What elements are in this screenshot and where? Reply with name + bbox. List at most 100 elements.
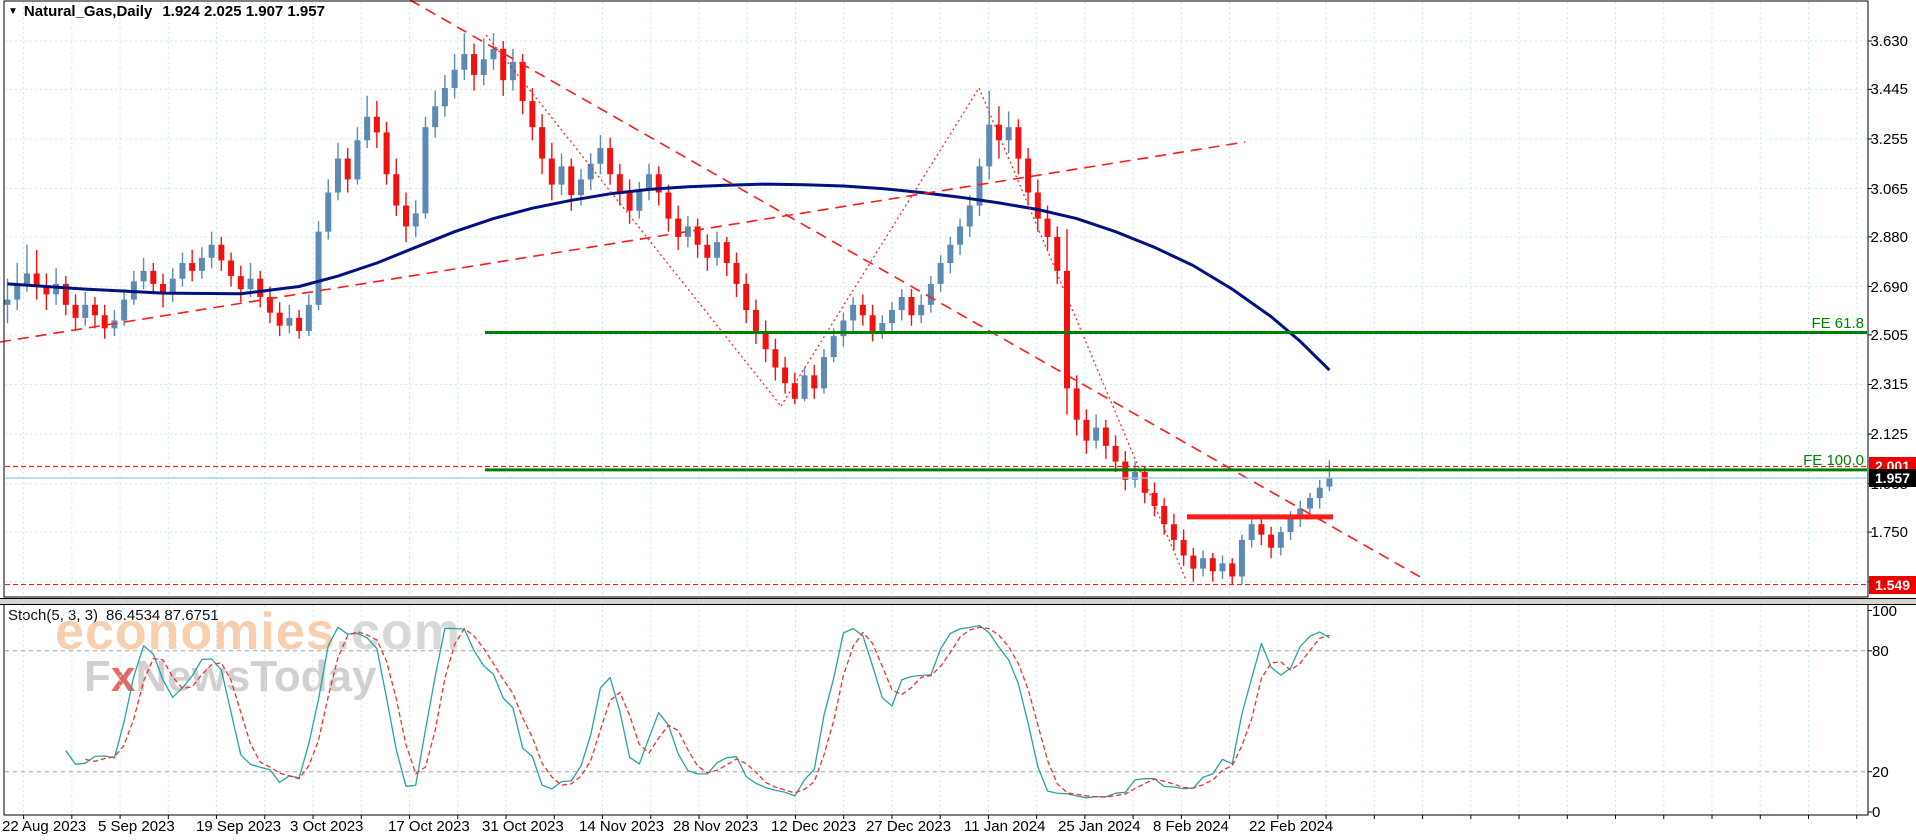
descending-trendline (410, 0, 1422, 578)
candle-body (520, 62, 526, 101)
candle-body (636, 190, 642, 211)
candle-body (92, 305, 98, 315)
candle-body (734, 263, 740, 284)
candle-body (1249, 524, 1255, 540)
candle-body (792, 383, 798, 399)
date-axis-label[interactable]: 3 Oct 2023 (290, 818, 363, 835)
candle-body (1113, 446, 1119, 462)
price-axis-label[interactable]: 2.690 (1870, 279, 1908, 296)
candle-body (491, 49, 497, 59)
price-axis-label[interactable]: 2.315 (1870, 376, 1908, 393)
price-box: 1.549 (1869, 576, 1916, 594)
mt4-chart-window: ▼Natural_Gas,Daily1.924 2.025 1.907 1.95… (0, 0, 1916, 840)
date-axis-label[interactable]: 14 Nov 2023 (579, 818, 664, 835)
candle-body (1025, 159, 1031, 193)
price-axis-label[interactable]: 3.445 (1870, 81, 1908, 98)
candle-body (1220, 563, 1226, 571)
price-axis-label[interactable]: 3.630 (1870, 33, 1908, 50)
candle-body (539, 127, 545, 158)
date-axis-label[interactable]: 25 Jan 2024 (1058, 818, 1141, 835)
price-axis-label[interactable]: 3.065 (1870, 181, 1908, 198)
stoch-scale-label[interactable]: 0 (1872, 804, 1880, 821)
candle-body (141, 271, 147, 281)
date-axis-label[interactable]: 12 Dec 2023 (771, 818, 856, 835)
candle-body (5, 300, 11, 305)
candle-body (529, 101, 535, 127)
candle-body (374, 117, 380, 133)
candle-body (1074, 388, 1080, 419)
candle-body (743, 284, 749, 310)
pane-separator[interactable] (0, 598, 1916, 605)
candle-body (1083, 420, 1089, 441)
stoch-scale-label[interactable]: 100 (1872, 603, 1897, 620)
candle-body (957, 226, 963, 244)
candle-body (1258, 524, 1264, 534)
candle-body (306, 305, 312, 331)
candle-body (452, 70, 458, 88)
candle-body (1132, 472, 1138, 480)
date-axis-label[interactable]: 11 Jan 2024 (964, 818, 1045, 835)
date-axis-label[interactable]: 22 Feb 2024 (1249, 818, 1333, 835)
stoch-pane-frame (4, 604, 1868, 815)
candle-body (1161, 506, 1167, 524)
candle-body (432, 106, 438, 127)
candle-body (345, 159, 351, 180)
price-axis-label[interactable]: 2.880 (1870, 229, 1908, 246)
candle-body (53, 284, 59, 294)
price-axis-label[interactable]: 1.750 (1870, 524, 1908, 541)
date-axis-label[interactable]: 17 Oct 2023 (388, 818, 470, 835)
fib-level-label-618[interactable]: FE 61.8 (1811, 315, 1864, 332)
candle-body (257, 279, 263, 297)
candle-body (1035, 192, 1041, 218)
date-axis-label[interactable]: 19 Sep 2023 (196, 818, 281, 835)
candle-body (782, 368, 788, 384)
candle-body (316, 232, 322, 305)
price-axis-label[interactable]: 2.125 (1870, 426, 1908, 443)
price-axis-label[interactable]: 2.505 (1870, 327, 1908, 344)
price-box: 1.957 (1869, 469, 1916, 487)
chevron-down-icon[interactable]: ▼ (8, 6, 18, 17)
candle-body (1142, 472, 1148, 493)
candle-body (1103, 428, 1109, 446)
date-axis-label[interactable]: 5 Sep 2023 (98, 818, 175, 835)
candle-body (481, 59, 487, 75)
candle-body (364, 117, 370, 141)
price-axis-label[interactable]: 3.255 (1870, 131, 1908, 148)
candle-body (753, 310, 759, 331)
candle-body (821, 357, 827, 388)
candle-body (286, 318, 292, 326)
date-axis-label[interactable]: 31 Oct 2023 (482, 818, 564, 835)
candle-body (442, 88, 448, 106)
candle-body (296, 318, 302, 331)
candle-body (354, 140, 360, 179)
main-pane-frame (4, 1, 1868, 597)
date-axis-label[interactable]: 8 Feb 2024 (1153, 818, 1229, 835)
candle-body (24, 273, 30, 283)
candle-body (860, 305, 866, 315)
candle-body (179, 263, 185, 279)
candle-body (238, 276, 244, 289)
candle-body (646, 174, 652, 190)
candle-body (938, 263, 944, 284)
candle-body (704, 245, 710, 258)
candle-body (617, 174, 623, 192)
candle-body (1229, 563, 1235, 576)
candle-body (928, 284, 934, 305)
stoch-scale-label[interactable]: 80 (1872, 643, 1889, 660)
date-axis-label[interactable]: 22 Aug 2023 (2, 818, 86, 835)
chart-canvas[interactable] (0, 0, 1916, 840)
date-axis-label[interactable]: 27 Dec 2023 (866, 818, 951, 835)
candle-body (568, 166, 574, 195)
stoch-scale-label[interactable]: 20 (1872, 764, 1889, 781)
candle-body (384, 132, 390, 174)
candle-body (996, 125, 1002, 141)
date-axis-label[interactable]: 28 Nov 2023 (673, 818, 758, 835)
candle-body (772, 349, 778, 367)
candle-body (597, 148, 603, 164)
candle-body (947, 245, 953, 263)
candle-body (850, 305, 856, 321)
fib-level-label-1000[interactable]: FE 100.0 (1803, 452, 1864, 469)
candle-body (1307, 498, 1313, 508)
candle-body (150, 271, 156, 284)
candle-body (403, 206, 409, 227)
